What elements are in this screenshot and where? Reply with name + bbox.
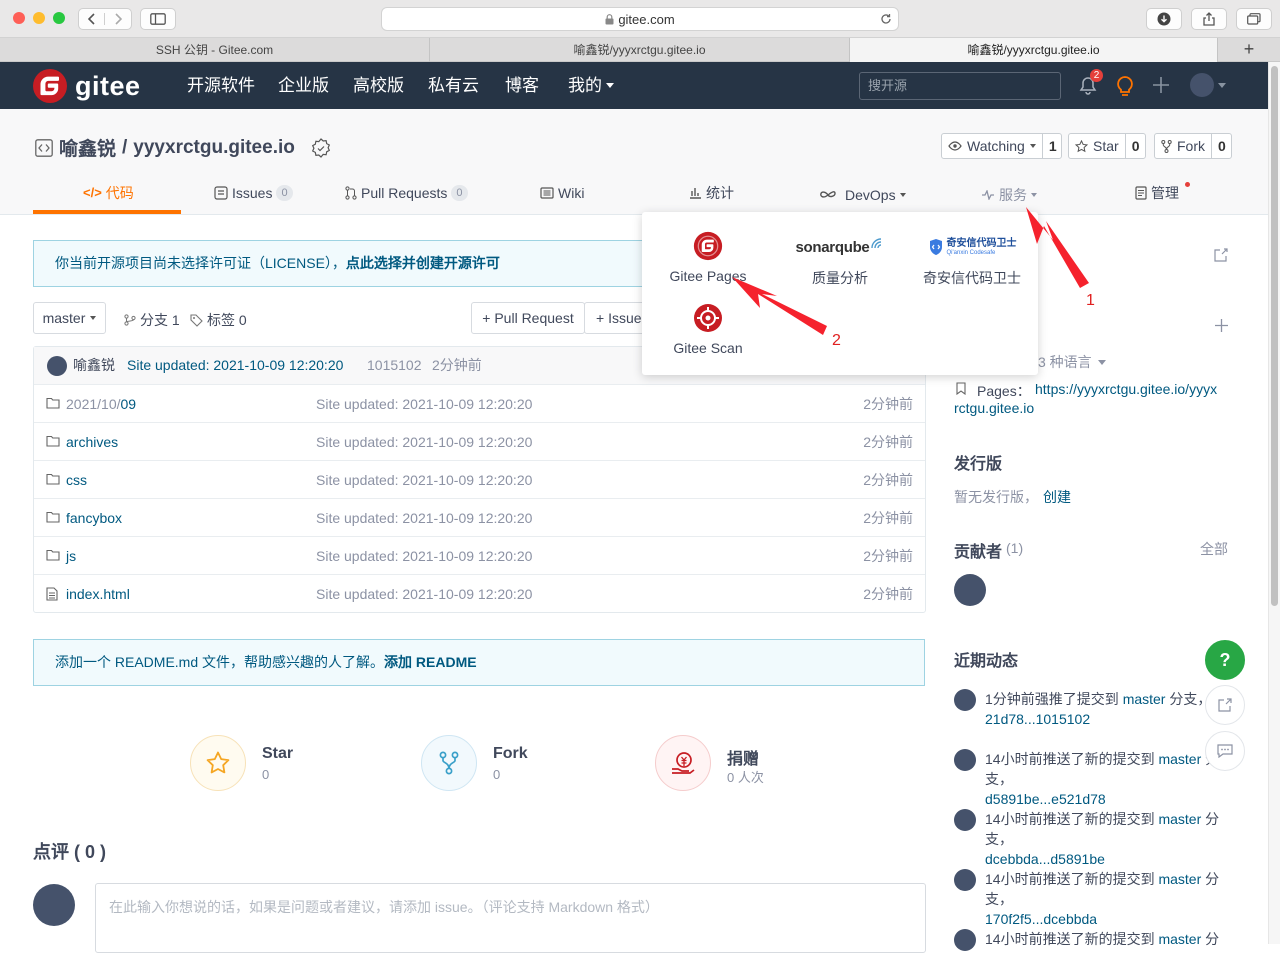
scrollbar-thumb[interactable] — [1271, 66, 1278, 606]
feedback-button[interactable] — [1205, 731, 1245, 771]
page-scrollbar[interactable] — [1268, 62, 1280, 944]
annotation-label-2: 2 — [832, 332, 841, 349]
share-float-button[interactable] — [1205, 685, 1245, 725]
help-button[interactable]: ? — [1205, 640, 1245, 680]
chat-icon — [1217, 744, 1233, 758]
annotation-label-1: 1 — [1086, 292, 1095, 309]
annotation-arrows — [732, 207, 1089, 335]
arrow-1 — [1026, 207, 1089, 288]
external-link-icon — [1218, 698, 1232, 712]
arrow-2 — [732, 277, 827, 335]
